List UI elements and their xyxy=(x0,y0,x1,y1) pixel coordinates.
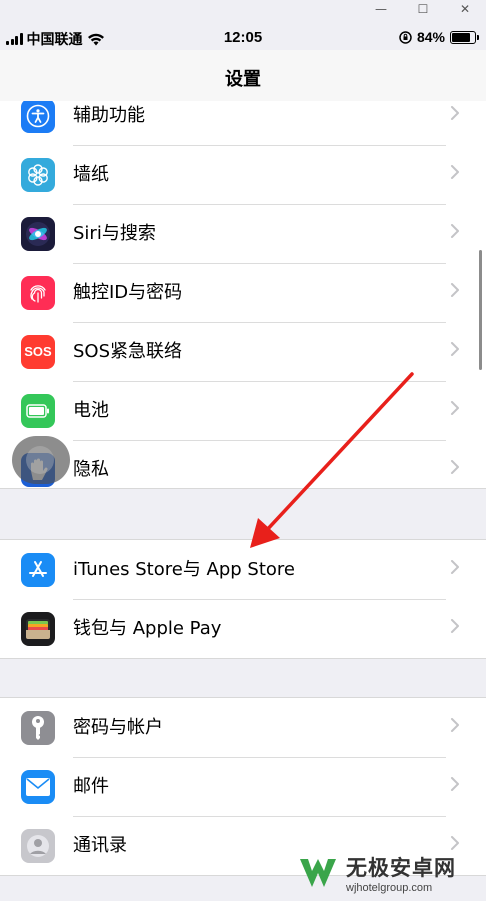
watermark-logo-icon xyxy=(300,859,336,887)
red-arrow-icon xyxy=(250,372,414,548)
watermark-title: 无极安卓网 xyxy=(346,856,456,880)
watermark-url: wjhotelgroup.com xyxy=(346,882,433,894)
watermark: 无极安卓网 wjhotelgroup.com xyxy=(296,848,486,898)
